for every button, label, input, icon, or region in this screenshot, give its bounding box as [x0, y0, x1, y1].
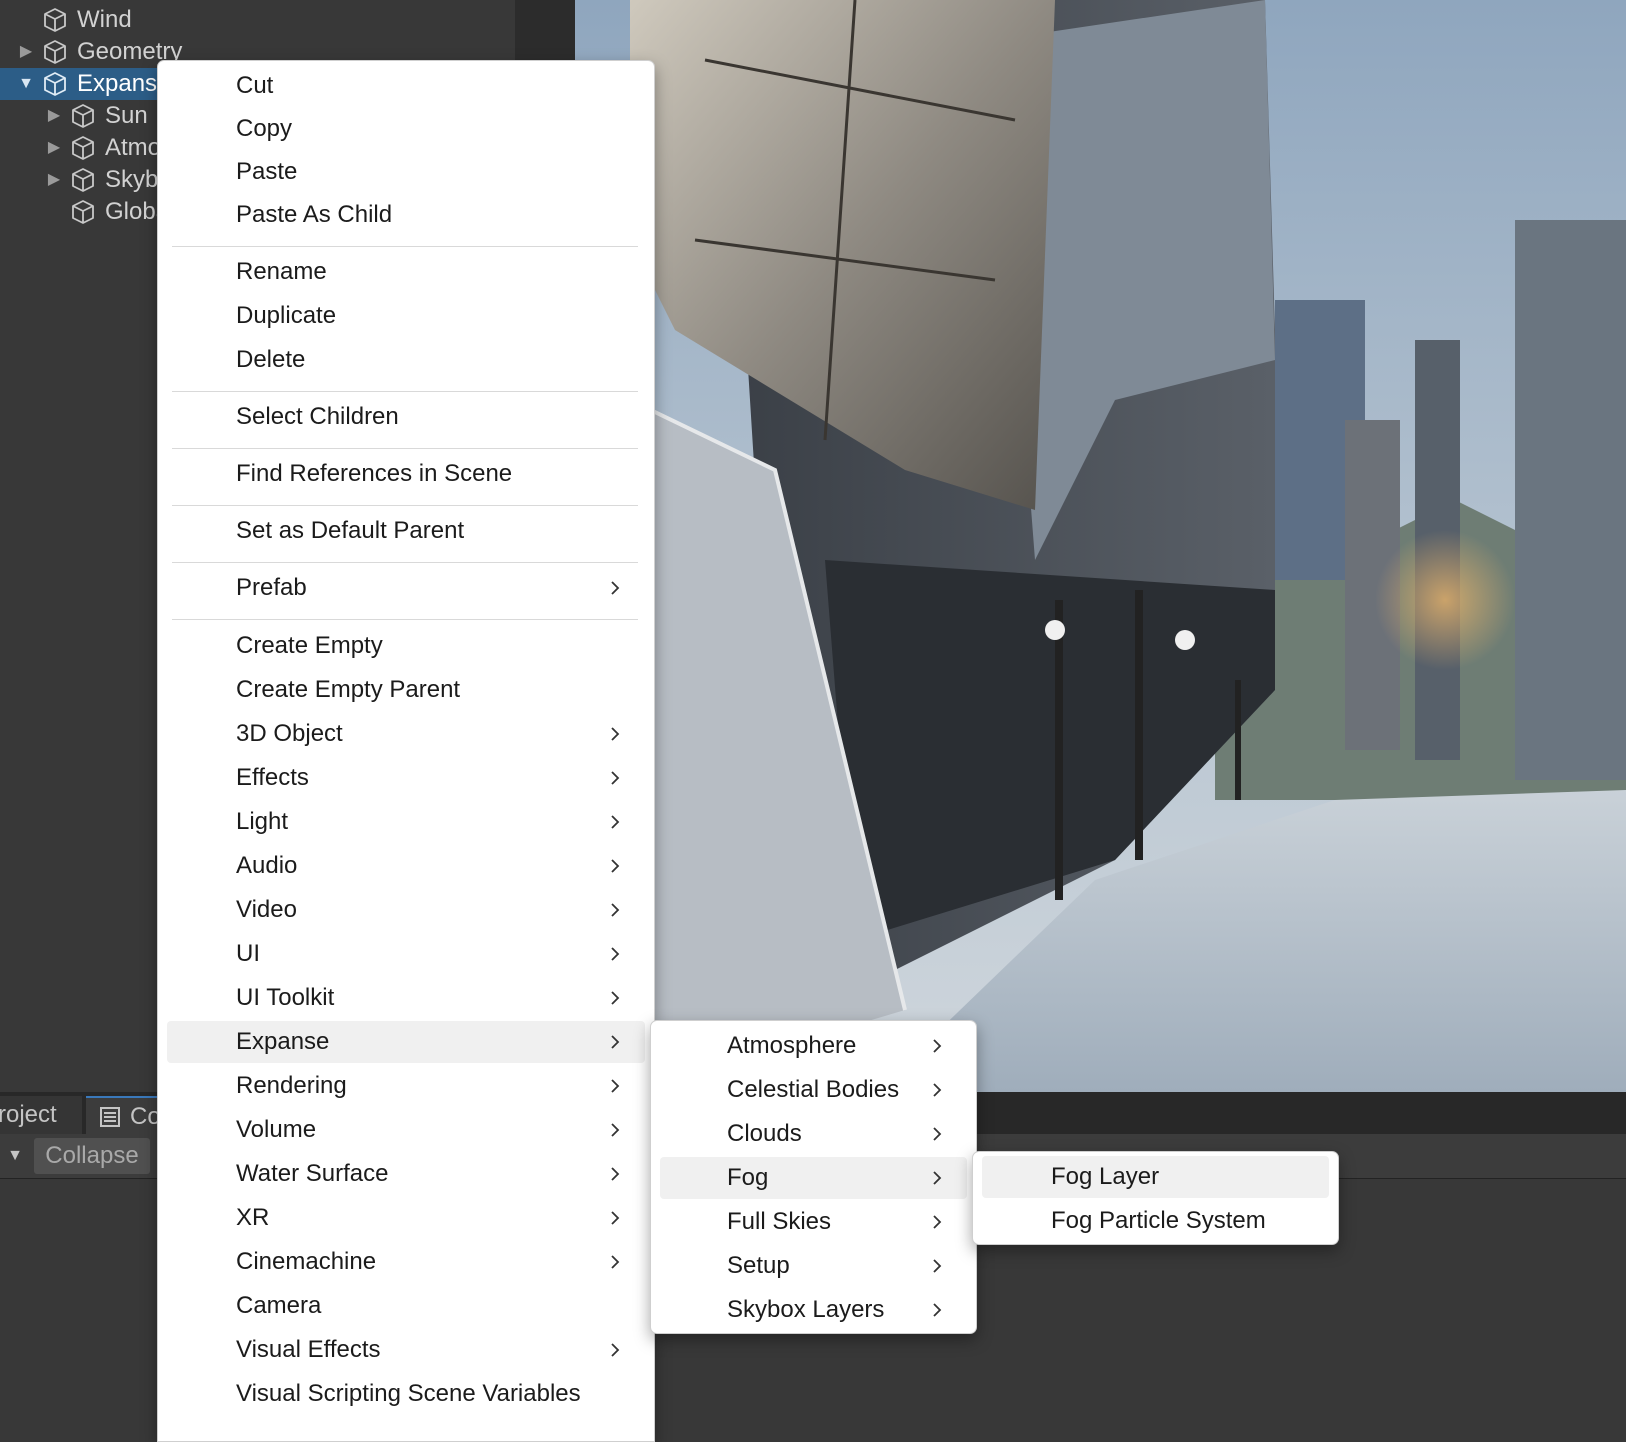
- menu-separator: [172, 619, 638, 620]
- submenu-item-setup[interactable]: Setup: [660, 1245, 967, 1287]
- menu-item-create-empty-parent[interactable]: Create Empty Parent: [167, 669, 645, 711]
- menu-separator: [172, 562, 638, 563]
- chevron-right-icon: [933, 1303, 942, 1317]
- chevron-right-icon: [611, 727, 620, 741]
- menu-separator: [172, 246, 638, 247]
- submenu-item-atmosphere[interactable]: Atmosphere: [660, 1025, 967, 1067]
- chevron-right-icon: [611, 991, 620, 1005]
- chevron-right-icon: [611, 859, 620, 873]
- menu-item-delete[interactable]: Delete: [167, 339, 645, 381]
- submenu-item-celestial-bodies[interactable]: Celestial Bodies: [660, 1069, 967, 1111]
- hierarchy-item-label: Sun: [105, 102, 148, 129]
- menu-item-xr[interactable]: XR: [167, 1197, 645, 1239]
- menu-item-rendering[interactable]: Rendering: [167, 1065, 645, 1107]
- menu-item-copy[interactable]: Copy: [167, 108, 645, 150]
- menu-item-cut[interactable]: Cut: [167, 65, 645, 107]
- collapse-arrow-icon[interactable]: ▼: [17, 68, 35, 100]
- menu-separator: [172, 448, 638, 449]
- expanse-submenu: Atmosphere Celestial Bodies Clouds Fog F…: [650, 1020, 977, 1334]
- chevron-right-icon: [933, 1127, 942, 1141]
- menu-item-video[interactable]: Video: [167, 889, 645, 931]
- hierarchy-item-label: Wind: [77, 6, 132, 33]
- chevron-right-icon: [611, 1167, 620, 1181]
- menu-item-select-children[interactable]: Select Children: [167, 396, 645, 438]
- menu-item-rename[interactable]: Rename: [167, 251, 645, 293]
- menu-item-cinemachine[interactable]: Cinemachine: [167, 1241, 645, 1283]
- expand-arrow-icon[interactable]: ▶: [17, 36, 35, 68]
- chevron-right-icon: [933, 1171, 942, 1185]
- chevron-right-icon: [933, 1259, 942, 1273]
- chevron-right-icon: [611, 947, 620, 961]
- menu-item-3d-object[interactable]: 3D Object: [167, 713, 645, 755]
- chevron-right-icon: [611, 1123, 620, 1137]
- menu-item-volume[interactable]: Volume: [167, 1109, 645, 1151]
- menu-item-set-default-parent[interactable]: Set as Default Parent: [167, 510, 645, 552]
- submenu-item-clouds[interactable]: Clouds: [660, 1113, 967, 1155]
- cube-icon: [72, 136, 94, 160]
- hierarchy-item-expanse[interactable]: ▼ Expanse: [0, 68, 170, 100]
- submenu-item-fog[interactable]: Fog: [660, 1157, 967, 1199]
- scene-view[interactable]: [575, 0, 1626, 1092]
- submenu-item-fog-layer[interactable]: Fog Layer: [982, 1156, 1329, 1198]
- chevron-right-icon: [933, 1215, 942, 1229]
- triangle-down-icon[interactable]: ▼: [0, 1138, 30, 1174]
- menu-item-create-empty[interactable]: Create Empty: [167, 625, 645, 667]
- expand-arrow-icon[interactable]: ▶: [45, 132, 63, 164]
- console-icon: [100, 1107, 120, 1127]
- chevron-right-icon: [611, 1211, 620, 1225]
- menu-item-water-surface[interactable]: Water Surface: [167, 1153, 645, 1195]
- menu-item-duplicate[interactable]: Duplicate: [167, 295, 645, 337]
- expand-arrow-icon[interactable]: ▶: [45, 100, 63, 132]
- chevron-right-icon: [611, 1343, 620, 1357]
- scene-render: [575, 0, 1626, 1092]
- chevron-right-icon: [933, 1083, 942, 1097]
- chevron-right-icon: [611, 1079, 620, 1093]
- cube-icon: [44, 72, 66, 96]
- collapse-button[interactable]: Collapse: [34, 1138, 150, 1174]
- menu-item-prefab[interactable]: Prefab: [167, 567, 645, 609]
- menu-item-ui-toolkit[interactable]: UI Toolkit: [167, 977, 645, 1019]
- submenu-item-full-skies[interactable]: Full Skies: [660, 1201, 967, 1243]
- menu-item-light[interactable]: Light: [167, 801, 645, 843]
- cube-icon: [44, 40, 66, 64]
- tab-project-label: Project: [0, 1101, 57, 1128]
- cube-icon: [72, 168, 94, 192]
- chevron-right-icon: [933, 1039, 942, 1053]
- menu-item-find-references[interactable]: Find References in Scene: [167, 453, 645, 495]
- chevron-right-icon: [611, 815, 620, 829]
- hierarchy-item-wind[interactable]: Wind: [0, 4, 515, 36]
- chevron-right-icon: [611, 1035, 620, 1049]
- chevron-right-icon: [611, 903, 620, 917]
- menu-item-ui[interactable]: UI: [167, 933, 645, 975]
- menu-item-visual-scripting-scene-variables[interactable]: Visual Scripting Scene Variables: [167, 1373, 645, 1415]
- menu-separator: [172, 391, 638, 392]
- tab-console[interactable]: Console: [86, 1096, 218, 1136]
- menu-item-camera[interactable]: Camera: [167, 1285, 645, 1327]
- fog-submenu: Fog Layer Fog Particle System: [972, 1151, 1339, 1245]
- cube-icon: [44, 8, 66, 32]
- chevron-right-icon: [611, 581, 620, 595]
- menu-item-paste[interactable]: Paste: [167, 151, 645, 193]
- context-menu: Cut Copy Paste Paste As Child Rename Dup…: [157, 60, 655, 1442]
- submenu-item-skybox-layers[interactable]: Skybox Layers: [660, 1289, 967, 1331]
- menu-item-visual-effects[interactable]: Visual Effects: [167, 1329, 645, 1371]
- cube-icon: [72, 200, 94, 224]
- expand-arrow-icon[interactable]: ▶: [45, 164, 63, 196]
- menu-item-expanse[interactable]: Expanse: [167, 1021, 645, 1063]
- menu-item-audio[interactable]: Audio: [167, 845, 645, 887]
- chevron-right-icon: [611, 1255, 620, 1269]
- cube-icon: [72, 104, 94, 128]
- chevron-right-icon: [611, 771, 620, 785]
- menu-item-effects[interactable]: Effects: [167, 757, 645, 799]
- menu-item-paste-as-child[interactable]: Paste As Child: [167, 194, 645, 236]
- submenu-item-fog-particle-system[interactable]: Fog Particle System: [982, 1200, 1329, 1242]
- menu-separator: [172, 505, 638, 506]
- tab-project[interactable]: Project: [0, 1096, 82, 1134]
